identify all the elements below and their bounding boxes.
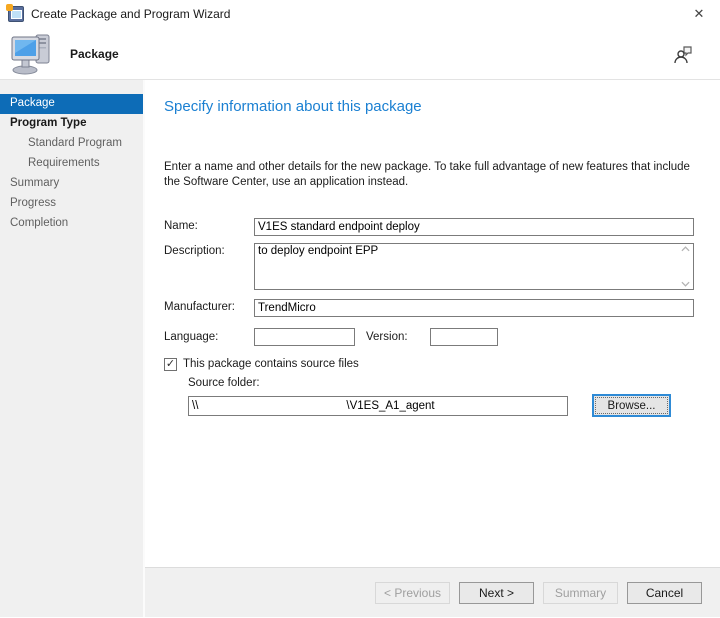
sidebar-item-package[interactable]: Package [0,94,143,114]
description-label: Description: [164,245,225,257]
source-folder-suffix: \V1ES_A1_agent [346,400,434,412]
description-input[interactable]: to deploy endpoint EPP [255,244,678,289]
version-label: Version: [366,331,408,343]
manufacturer-input[interactable] [254,299,694,317]
name-label: Name: [164,220,198,232]
next-button[interactable]: Next > [459,582,534,604]
source-files-checkbox[interactable]: ✓ [164,358,177,371]
version-input[interactable] [430,328,498,346]
close-icon[interactable]: ✕ [686,6,712,22]
previous-button: < Previous [375,582,450,604]
source-folder-prefix: \\ [192,400,198,412]
cancel-button[interactable]: Cancel [627,582,702,604]
description-scrollbar[interactable] [678,244,693,289]
window-title: Create Package and Program Wizard [31,7,686,21]
sidebar-item-program-type[interactable]: Program Type [0,114,143,134]
scroll-down-icon[interactable] [681,281,690,287]
sidebar-item-completion[interactable]: Completion [0,214,143,234]
titlebar: Create Package and Program Wizard ✕ [0,0,720,28]
source-files-checkbox-label: This package contains source files [183,358,359,370]
language-label: Language: [164,331,218,343]
wizard-window: Create Package and Program Wizard ✕ Pack… [0,0,720,618]
computer-package-icon [10,33,56,75]
source-folder-input[interactable]: \\ \V1ES_A1_agent [188,396,568,416]
wizard-body: Package Program Type Standard Program Re… [0,80,720,617]
page-title: Specify information about this package [164,98,422,115]
wizard-steps-sidebar: Package Program Type Standard Program Re… [0,80,145,617]
scroll-up-icon[interactable] [681,246,690,252]
wizard-header: Package [0,28,720,80]
description-input-wrap: to deploy endpoint EPP [254,243,694,290]
source-folder-label: Source folder: [188,377,260,389]
intro-text: Enter a name and other details for the n… [164,160,709,190]
feedback-icon[interactable] [672,44,694,64]
sidebar-item-requirements[interactable]: Requirements [0,154,143,174]
wizard-app-icon [8,6,24,22]
manufacturer-label: Manufacturer: [164,301,235,313]
sidebar-item-standard-program[interactable]: Standard Program [0,134,143,154]
browse-button[interactable]: Browse... [592,394,671,417]
summary-button: Summary [543,582,618,604]
wizard-footer: < Previous Next > Summary Cancel [145,567,720,617]
sidebar-item-progress[interactable]: Progress [0,194,143,214]
sidebar-item-summary[interactable]: Summary [0,174,143,194]
name-input[interactable] [254,218,694,236]
header-page-label: Package [70,47,672,61]
wizard-main-panel: Specify information about this package E… [145,80,720,617]
language-input[interactable] [254,328,355,346]
